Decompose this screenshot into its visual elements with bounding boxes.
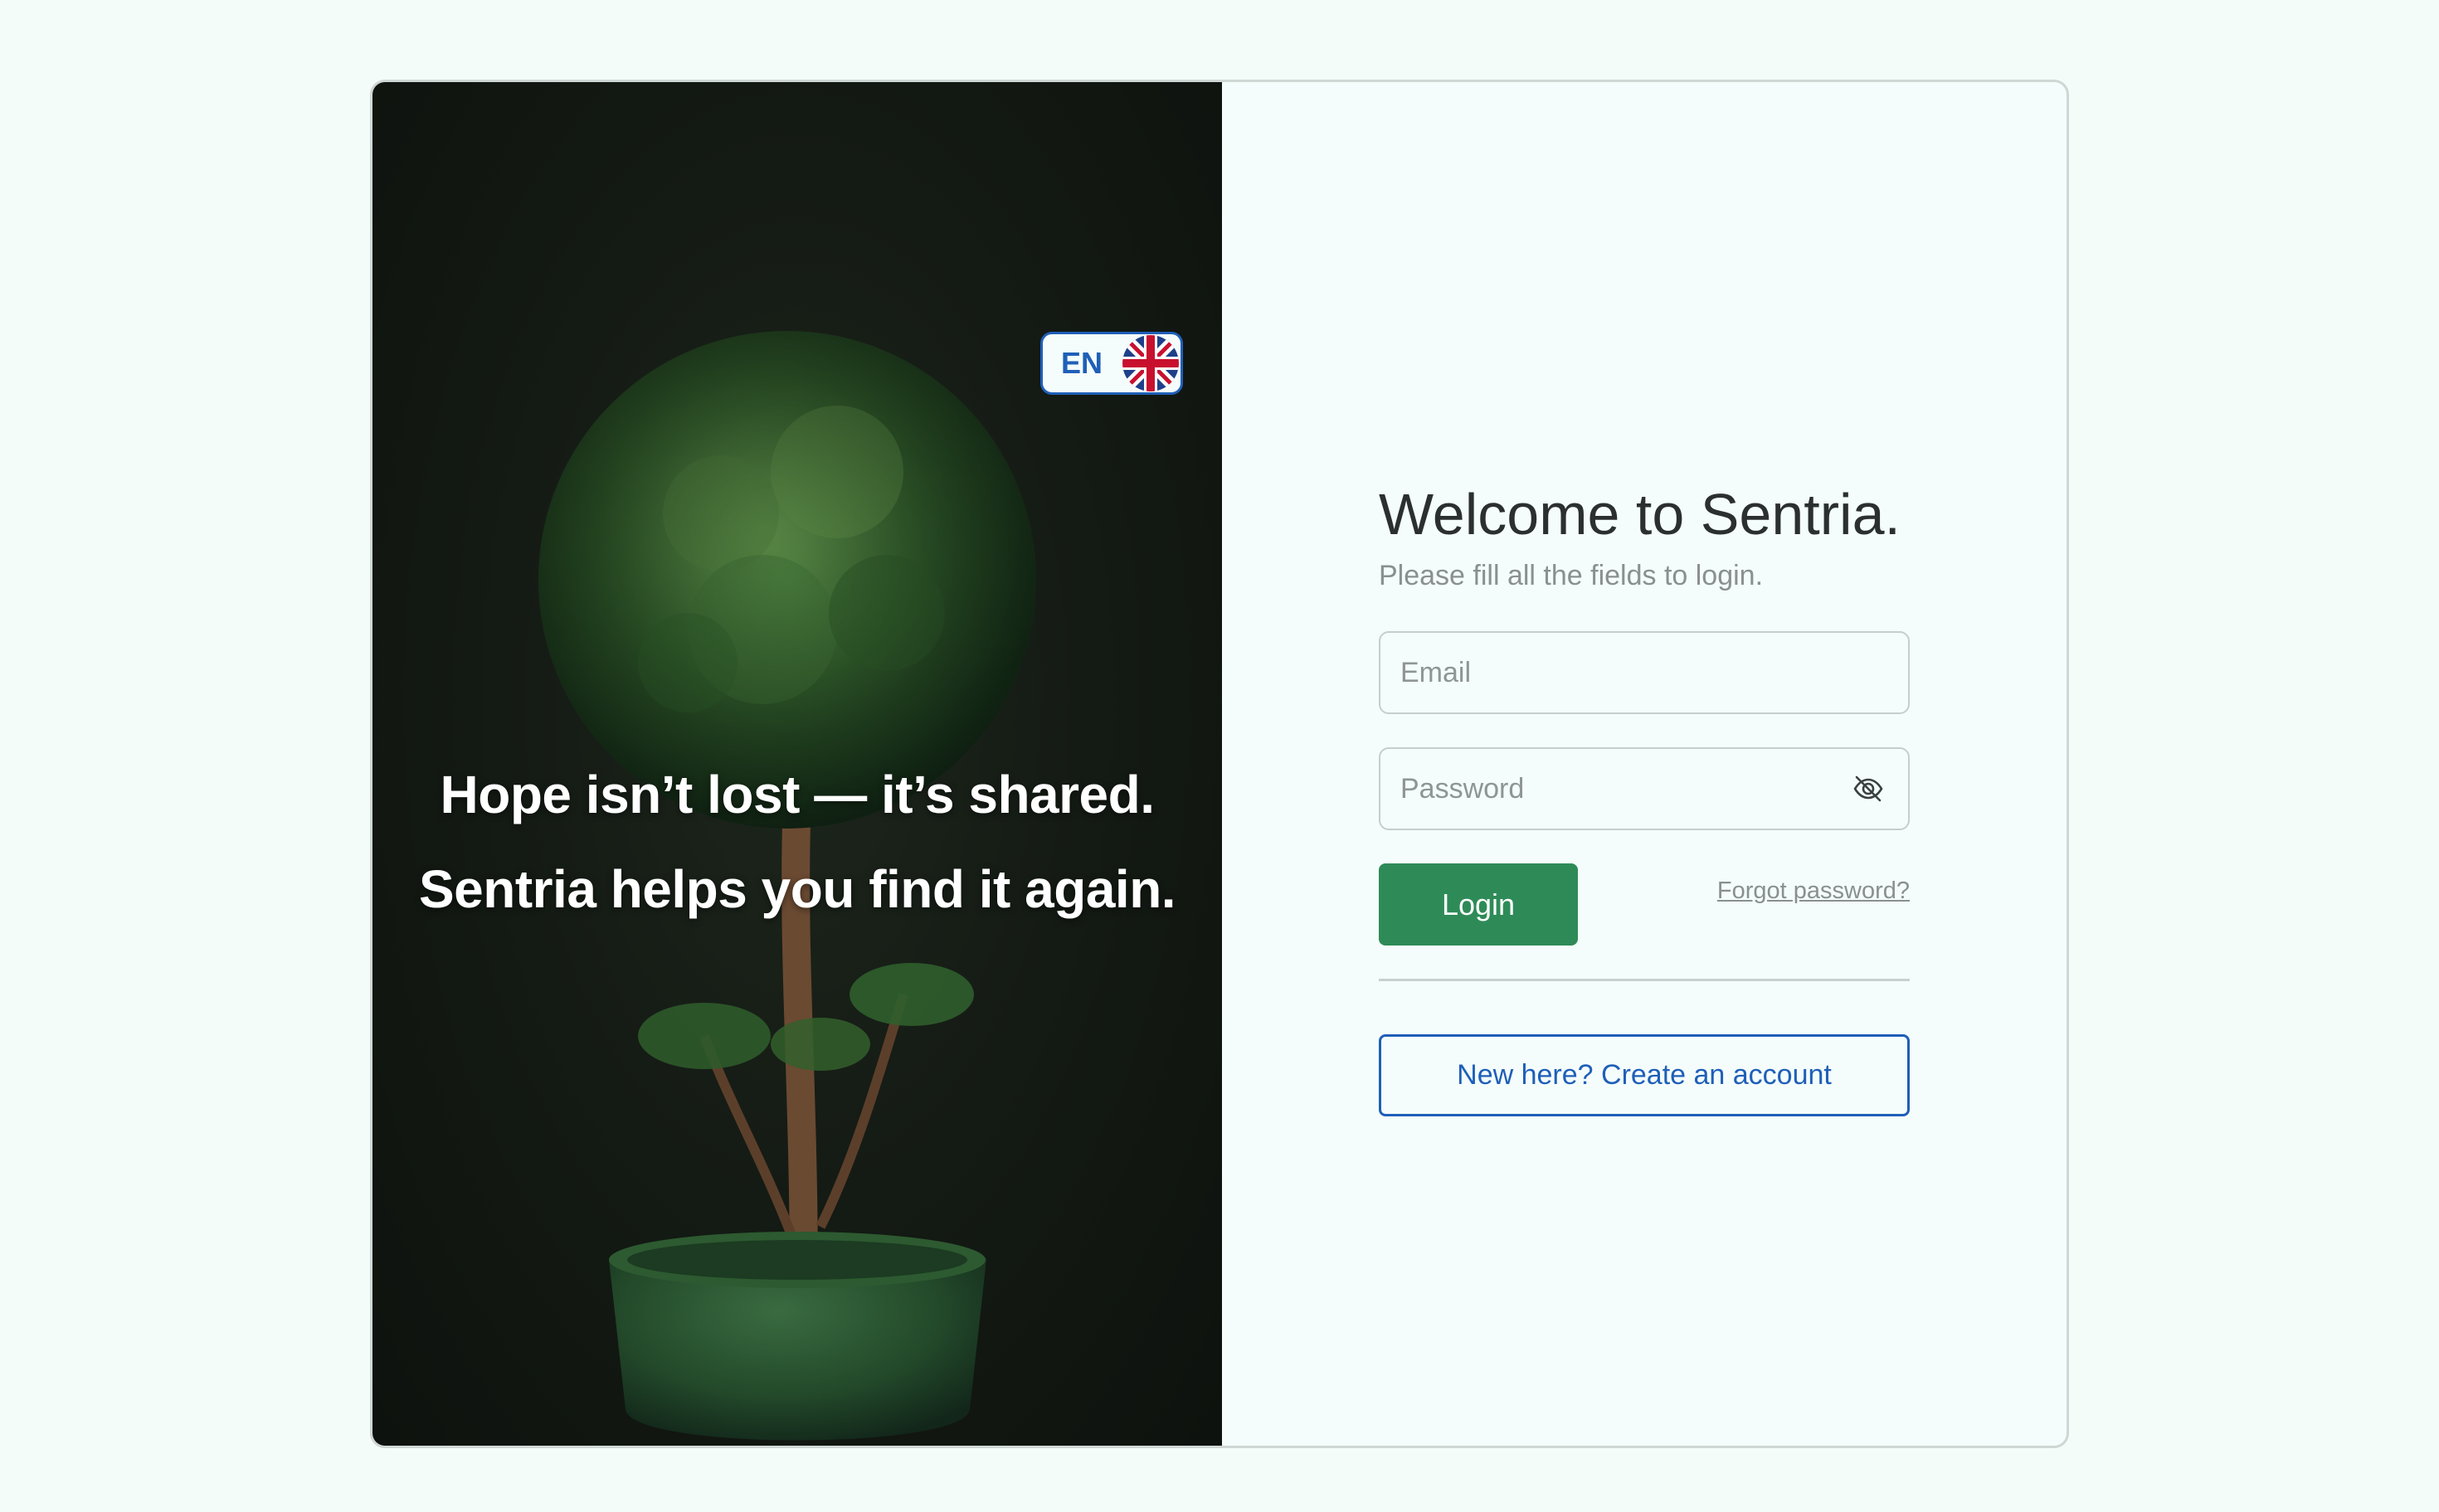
hero-panel: Hope isn’t lost — it’s shared. Sentria h… [372,82,1222,1446]
language-selector[interactable]: EN [1040,332,1183,395]
eye-slash-icon[interactable] [1852,772,1885,805]
uk-flag-icon [1122,335,1179,391]
divider [1379,979,1910,981]
forgot-password-link[interactable]: Forgot password? [1701,878,1910,905]
language-label: EN [1061,346,1103,380]
login-button[interactable]: Login [1379,863,1578,946]
hero-headline: Hope isn’t lost — it’s shared. [440,765,1156,824]
page-title: Welcome to Sentria. [1379,482,1901,547]
password-field-wrapper [1379,747,1910,830]
email-field[interactable] [1379,631,1910,714]
page-subtitle: Please fill all the fields to login. [1379,560,1764,591]
create-account-button[interactable]: New here? Create an account [1379,1034,1910,1116]
hero-subheadline: Sentria helps you find it again. [418,859,1176,919]
password-field[interactable] [1379,747,1910,830]
